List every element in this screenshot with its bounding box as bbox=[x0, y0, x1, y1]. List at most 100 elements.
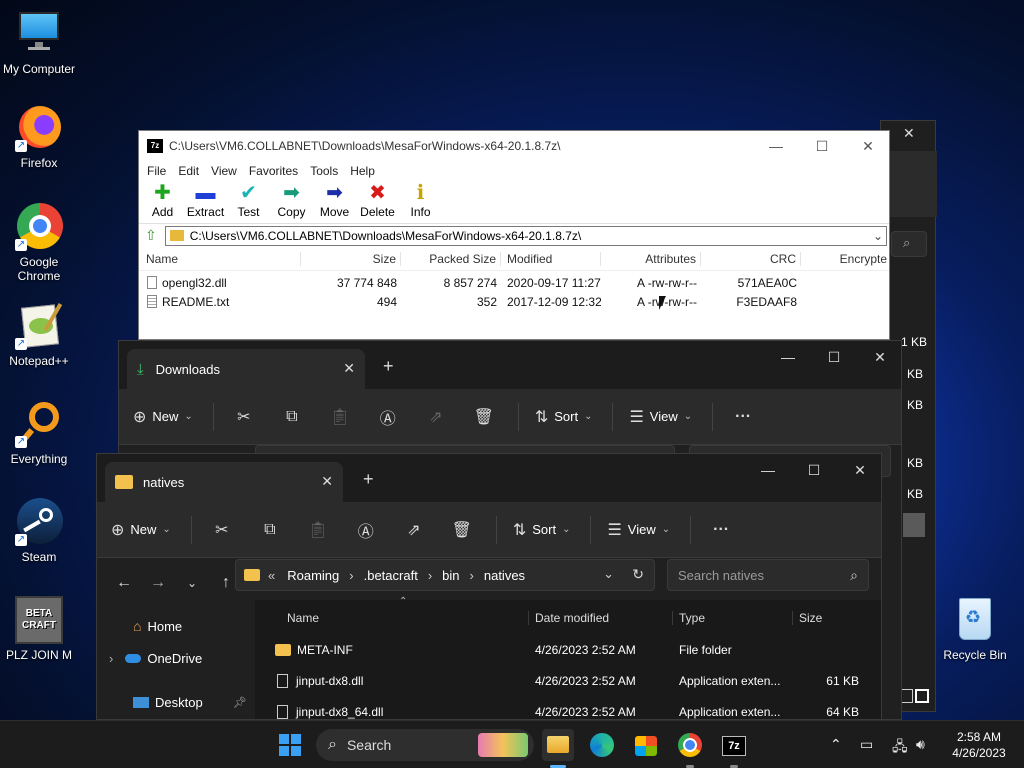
address-bar[interactable]: « Roaming › .betacraft › bin › natives ⌄… bbox=[235, 559, 655, 591]
paste-icon[interactable]: 📋︎ bbox=[304, 520, 332, 540]
tab-downloads[interactable]: ⤓ Downloads ✕ bbox=[127, 349, 365, 389]
desktop-icon-notepadpp[interactable]: ↗ Notepad++ bbox=[1, 302, 77, 368]
up-folder-icon[interactable]: ⇧ bbox=[145, 227, 157, 244]
trash-icon[interactable]: 🗑︎ bbox=[470, 407, 498, 427]
forward-arrow-icon[interactable]: → bbox=[141, 574, 175, 592]
sort-button[interactable]: ⇅ Sort ⌄ bbox=[513, 520, 571, 540]
breadcrumb-roaming[interactable]: Roaming bbox=[287, 568, 339, 583]
refresh-icon[interactable]: ↻ bbox=[632, 566, 644, 583]
move-button[interactable]: ➡ Move bbox=[313, 181, 356, 223]
extract-button[interactable]: ▬ Extract bbox=[184, 181, 227, 223]
copy-icon[interactable]: ⧉ bbox=[256, 521, 284, 539]
minimize-button[interactable]: — bbox=[745, 454, 791, 486]
sort-button[interactable]: ⇅ Sort ⌄ bbox=[535, 407, 593, 427]
address-field[interactable]: C:\Users\VM6.COLLABNET\Downloads\MesaFor… bbox=[164, 225, 887, 246]
more-options-icon[interactable]: ··· bbox=[707, 521, 735, 539]
sevenzip-taskbar-button[interactable]: 7z bbox=[718, 729, 750, 761]
sidebar-item-home[interactable]: ⌂ Home bbox=[97, 610, 255, 642]
breadcrumb-natives[interactable]: natives bbox=[484, 568, 525, 583]
desktop-icon-my-computer[interactable]: My Computer bbox=[1, 10, 77, 76]
more-options-icon[interactable]: ··· bbox=[729, 408, 757, 426]
maximize-button[interactable]: ☐ bbox=[811, 341, 857, 373]
minimize-button[interactable]: — bbox=[753, 131, 799, 161]
search-input[interactable]: Search natives bbox=[678, 568, 850, 583]
recent-locations-icon[interactable]: ⌄ bbox=[175, 576, 209, 590]
archive-row[interactable]: opengl32.dll 37 774 848 8 857 274 2020-0… bbox=[139, 273, 889, 292]
store-taskbar-button[interactable] bbox=[630, 729, 662, 761]
paste-icon[interactable]: 📋︎ bbox=[326, 407, 354, 427]
col-type[interactable]: Type bbox=[673, 611, 793, 625]
test-button[interactable]: ✔ Test bbox=[227, 181, 270, 223]
share-icon[interactable]: ⇗ bbox=[422, 407, 450, 427]
close-button[interactable]: ✕ bbox=[857, 341, 903, 373]
menu-tools[interactable]: Tools bbox=[304, 164, 344, 178]
cut-icon[interactable]: ✂ bbox=[208, 520, 236, 540]
desktop-icon-betacraft[interactable]: BETA CRAFT PLZ JOIN M bbox=[1, 596, 77, 662]
menu-help[interactable]: Help bbox=[344, 164, 381, 178]
desktop-icon-everything[interactable]: ↗ Everything bbox=[1, 400, 77, 466]
col-name[interactable]: Name bbox=[139, 251, 301, 266]
new-tab-button[interactable]: + bbox=[363, 469, 374, 490]
maximize-button[interactable]: ☐ bbox=[791, 454, 837, 486]
volume-icon[interactable]: 🔊︎ bbox=[916, 736, 925, 753]
menu-view[interactable]: View bbox=[205, 164, 243, 178]
menu-file[interactable]: File bbox=[141, 164, 172, 178]
copy-icon[interactable]: ⧉ bbox=[278, 408, 306, 426]
maximize-button[interactable]: ☐ bbox=[799, 131, 845, 161]
expand-chevron-icon[interactable]: › bbox=[109, 651, 113, 666]
scrollbar-thumb[interactable] bbox=[903, 513, 925, 537]
menu-favorites[interactable]: Favorites bbox=[243, 164, 304, 178]
minimize-button[interactable]: — bbox=[765, 341, 811, 373]
sidebar-item-onedrive[interactable]: › OneDrive bbox=[97, 642, 255, 674]
file-row[interactable]: META-INF 4/26/2023 2:52 AM File folder bbox=[255, 634, 881, 665]
search-box[interactable]: Search natives ⌕ bbox=[667, 559, 869, 591]
trash-icon[interactable]: 🗑︎ bbox=[448, 520, 476, 540]
rename-icon[interactable]: Ⓐ bbox=[352, 518, 380, 542]
chevron-down-icon[interactable]: ⌄ bbox=[870, 229, 886, 243]
col-encrypted[interactable]: Encrypte bbox=[801, 252, 889, 266]
new-button[interactable]: ⊕ New ⌄ bbox=[111, 520, 171, 540]
col-packed-size[interactable]: Packed Size bbox=[401, 251, 501, 266]
col-modified[interactable]: Modified bbox=[501, 251, 601, 266]
share-icon[interactable]: ⇗ bbox=[400, 520, 428, 540]
breadcrumb-overflow[interactable]: « bbox=[268, 568, 275, 583]
start-button[interactable] bbox=[274, 729, 306, 761]
desktop-icon-recycle-bin[interactable]: ♻ Recycle Bin bbox=[936, 596, 1014, 662]
view-toggle[interactable] bbox=[901, 689, 931, 705]
col-crc[interactable]: CRC bbox=[701, 251, 801, 266]
cut-icon[interactable]: ✂ bbox=[230, 407, 258, 427]
edge-taskbar-button[interactable] bbox=[586, 729, 618, 761]
view-button[interactable]: ☰ View ⌄ bbox=[607, 520, 670, 540]
info-button[interactable]: ℹ Info bbox=[399, 181, 442, 223]
display-icon[interactable]: ▭ bbox=[860, 736, 873, 753]
col-name[interactable]: Name bbox=[255, 611, 529, 625]
menu-edit[interactable]: Edit bbox=[172, 164, 205, 178]
archive-row[interactable]: README.txt 494 352 2017-12-09 12:32 A -r… bbox=[139, 292, 889, 311]
copy-button[interactable]: ➡ Copy bbox=[270, 181, 313, 223]
desktop-icon-firefox[interactable]: ↗ Firefox bbox=[1, 104, 77, 170]
close-tab-icon[interactable]: ✕ bbox=[343, 360, 355, 377]
col-attributes[interactable]: Attributes bbox=[601, 251, 701, 266]
new-button[interactable]: ⊕ New ⌄ bbox=[133, 407, 193, 427]
chevron-down-icon[interactable]: ⌄ bbox=[603, 566, 614, 582]
col-size[interactable]: Size bbox=[301, 251, 401, 266]
view-button[interactable]: ☰ View ⌄ bbox=[629, 407, 692, 427]
file-row[interactable]: jinput-dx8_64.dll 4/26/2023 2:52 AM Appl… bbox=[255, 696, 881, 719]
clock[interactable]: 2:58 AM 4/26/2023 bbox=[944, 729, 1014, 761]
close-button[interactable]: ✕ bbox=[845, 131, 891, 161]
network-icon[interactable]: 🖧︎ bbox=[892, 736, 908, 760]
chrome-taskbar-button[interactable] bbox=[674, 729, 706, 761]
close-button[interactable]: ✕ bbox=[837, 454, 881, 486]
breadcrumb-bin[interactable]: bin bbox=[442, 568, 459, 583]
close-tab-icon[interactable]: ✕ bbox=[321, 473, 333, 490]
col-date-modified[interactable]: Date modified bbox=[529, 611, 673, 625]
back-arrow-icon[interactable]: ← bbox=[107, 574, 141, 592]
show-hidden-icons-button[interactable]: ⌃ bbox=[830, 736, 842, 753]
pin-icon[interactable]: 📌︎ bbox=[233, 696, 247, 709]
file-row[interactable]: jinput-dx8.dll 4/26/2023 2:52 AM Applica… bbox=[255, 665, 881, 696]
taskbar-search[interactable]: ⌕ Search bbox=[316, 729, 534, 761]
close-icon[interactable]: ✕ bbox=[903, 125, 915, 142]
col-size[interactable]: Size bbox=[793, 611, 863, 625]
file-explorer-taskbar-button[interactable] bbox=[542, 729, 574, 761]
sidebar-item-desktop[interactable]: Desktop 📌︎ bbox=[97, 692, 255, 712]
